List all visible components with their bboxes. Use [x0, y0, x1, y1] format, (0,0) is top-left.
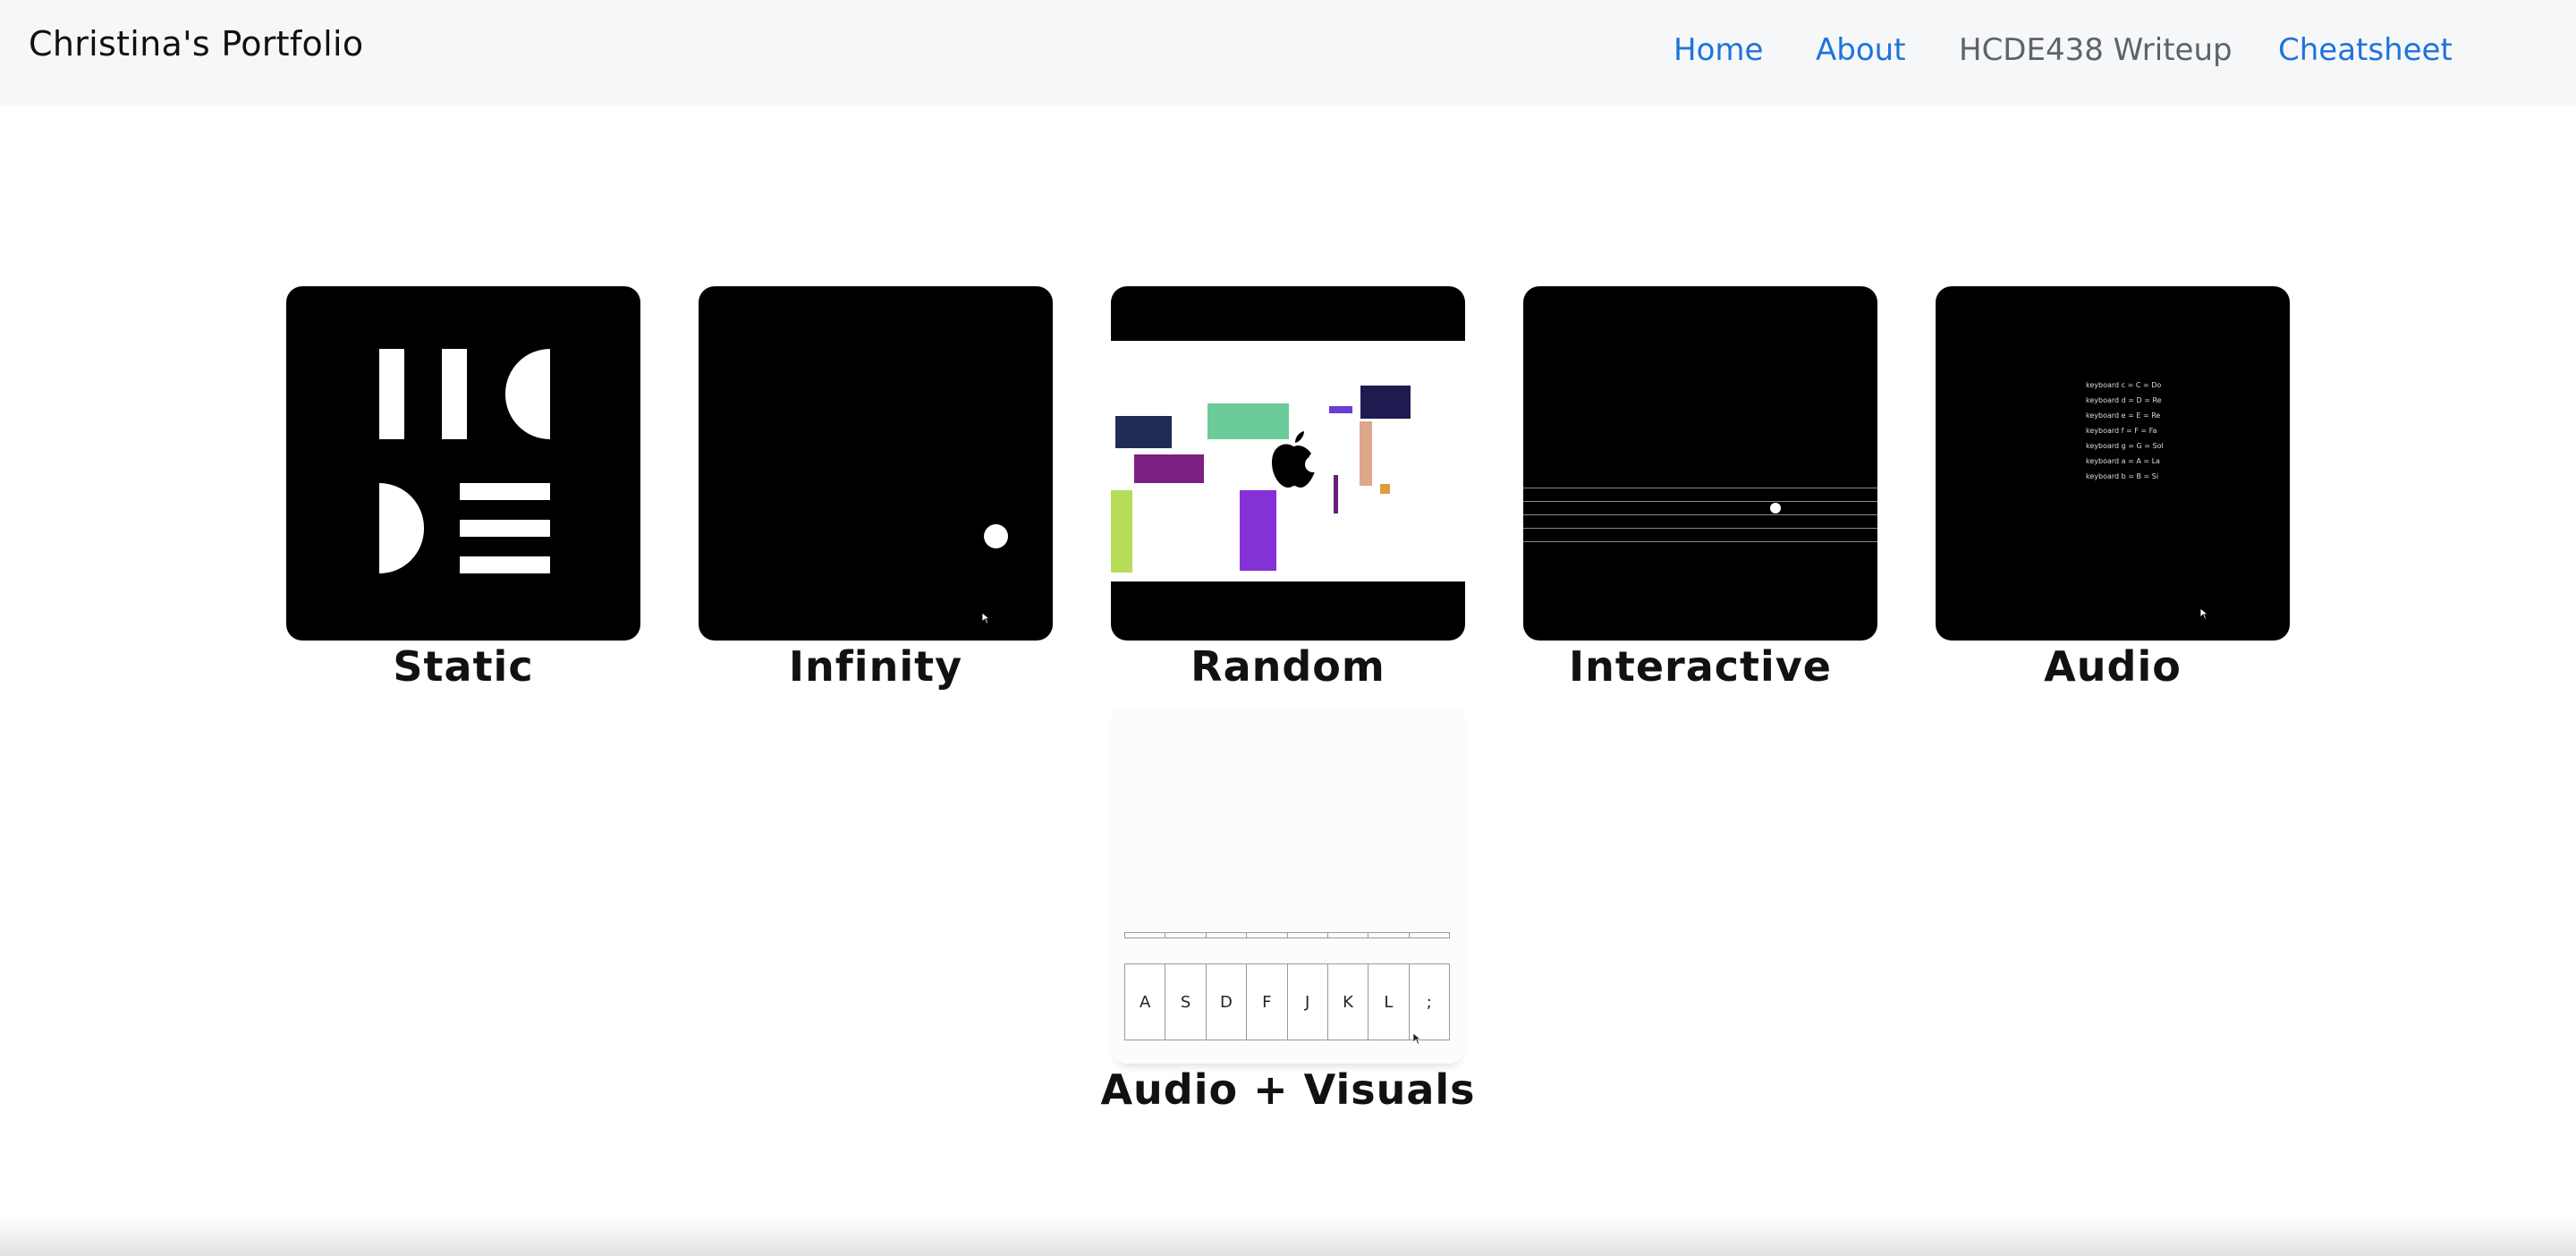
piano-key-s[interactable]: S: [1165, 964, 1207, 1040]
piano-key-semicolon[interactable]: ;: [1410, 964, 1449, 1040]
piano-key-l[interactable]: L: [1368, 964, 1410, 1040]
audio-mapping-line: keyboard f = F = Fa: [2086, 427, 2157, 435]
page-bottom-shadow: [0, 1217, 2576, 1256]
piano-key-k[interactable]: K: [1328, 964, 1369, 1040]
navbar: Christina's Portfolio Home About HCDE438…: [0, 0, 2576, 105]
project-title-infinity[interactable]: Infinity: [645, 642, 1106, 691]
nav-link-about[interactable]: About: [1816, 32, 1906, 68]
random-art-rect: [1111, 490, 1132, 573]
staff-line: [1523, 541, 1877, 542]
random-art-rect: [1240, 490, 1276, 571]
interactive-art-dot: [1770, 503, 1781, 513]
static-art-stripe: [460, 520, 550, 537]
project-card-infinity: Infinity: [699, 286, 1053, 691]
cursor-icon: [2199, 607, 2208, 620]
random-art-rect: [1134, 454, 1204, 483]
brand-title[interactable]: Christina's Portfolio: [29, 24, 363, 64]
audio-mapping-line: keyboard c = C = Do: [2086, 381, 2162, 389]
nav-link-cheatsheet[interactable]: Cheatsheet: [2278, 32, 2453, 68]
apple-icon: [1272, 431, 1318, 488]
audio-mapping-line: keyboard a = A = La: [2086, 457, 2160, 465]
piano-key-a[interactable]: A: [1125, 964, 1166, 1040]
random-art-rect: [1360, 386, 1411, 419]
random-art-rect: [1380, 484, 1390, 494]
project-title-audio-visuals[interactable]: Audio + Visuals: [1057, 1065, 1519, 1114]
staff-line: [1523, 501, 1877, 502]
static-art-bar: [379, 349, 404, 439]
piano-key-d[interactable]: D: [1207, 964, 1248, 1040]
piano-key-j[interactable]: J: [1288, 964, 1328, 1040]
nav-link-hcde438-writeup[interactable]: HCDE438 Writeup: [1959, 32, 2233, 68]
project-title-audio[interactable]: Audio: [1882, 642, 2343, 691]
audio-mapping-line: keyboard b = B = Si: [2086, 472, 2159, 480]
audio-mapping-line: keyboard d = D = Re: [2086, 396, 2162, 404]
project-title-interactive[interactable]: Interactive: [1470, 642, 1931, 691]
project-title-random[interactable]: Random: [1057, 642, 1519, 691]
project-card-audio-visuals: A S D F J K L ; Audio + Visuals: [1100, 709, 1475, 1114]
random-art-rect: [1360, 421, 1372, 486]
project-thumbnail-audio-visuals[interactable]: A S D F J K L ;: [1111, 709, 1465, 1064]
staff-line: [1523, 528, 1877, 529]
random-art-rect: [1334, 475, 1338, 513]
project-title-static[interactable]: Static: [233, 642, 694, 691]
infinity-art-dot: [984, 524, 1008, 548]
project-card-interactive: Interactive: [1523, 286, 1877, 691]
static-art-half-circle: [379, 483, 424, 573]
project-thumbnail-interactive[interactable]: [1523, 286, 1877, 641]
staff-line: [1523, 514, 1877, 515]
audio-keyboard-mapping: keyboard c = C = Do keyboard d = D = Re …: [2086, 378, 2193, 484]
project-thumbnail-random[interactable]: [1111, 286, 1465, 641]
project-thumbnail-static[interactable]: [286, 286, 640, 641]
project-thumbnail-infinity[interactable]: [699, 286, 1053, 641]
audio-mapping-line: keyboard g = G = Sol: [2086, 442, 2164, 450]
piano-indicator-bar: [1124, 932, 1450, 938]
random-art-canvas: [1111, 341, 1465, 581]
static-art-stripe: [460, 556, 550, 573]
project-card-random: Random: [1111, 286, 1465, 691]
project-thumbnail-audio[interactable]: keyboard c = C = Do keyboard d = D = Re …: [1936, 286, 2290, 641]
static-art-stripe: [460, 483, 550, 500]
cursor-icon: [1412, 1032, 1421, 1045]
project-card-audio: keyboard c = C = Do keyboard d = D = Re …: [1936, 286, 2290, 691]
static-art-bar: [442, 349, 467, 439]
piano-key-f[interactable]: F: [1247, 964, 1288, 1040]
static-art-half-circle: [505, 349, 550, 439]
piano-keys: A S D F J K L ;: [1124, 963, 1450, 1040]
cursor-icon: [981, 612, 990, 624]
audio-mapping-line: keyboard e = E = Re: [2086, 412, 2161, 420]
random-art-rect: [1329, 406, 1352, 413]
project-card-static: Static: [286, 286, 640, 691]
nav-link-home[interactable]: Home: [1674, 32, 1763, 68]
random-art-rect: [1115, 416, 1172, 448]
